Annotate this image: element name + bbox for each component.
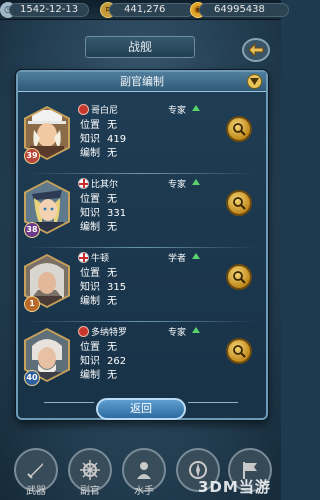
stat-value: 无 bbox=[107, 296, 117, 307]
officer-name: 比其尔 bbox=[91, 180, 119, 190]
stat-row: 位置无 bbox=[80, 338, 117, 353]
ornament-left bbox=[44, 402, 94, 412]
level-badge: 39 bbox=[24, 148, 40, 164]
magnifier-icon bbox=[233, 345, 246, 358]
magnifier-icon bbox=[233, 271, 246, 284]
magnifier-icon bbox=[233, 197, 246, 210]
officer-role: 专家 bbox=[168, 180, 187, 190]
officer-role: 专家 bbox=[168, 106, 187, 116]
role-up-arrow-icon bbox=[192, 327, 200, 333]
stat-row: 位置无 bbox=[80, 264, 117, 279]
tab-label-sailors: 水手 bbox=[134, 486, 154, 497]
nation-flag-icon bbox=[78, 326, 89, 337]
stat-label: 知识 bbox=[80, 282, 100, 293]
stat-row: 位置无 bbox=[80, 190, 117, 205]
officer-name: 哥白尼 bbox=[91, 106, 119, 116]
stat-label: 位置 bbox=[80, 120, 100, 131]
tab-label-weapons: 武器 bbox=[26, 486, 46, 497]
divider bbox=[27, 321, 257, 322]
dialog-title: 副官编制 bbox=[120, 75, 164, 88]
officer-name: 牛顿 bbox=[91, 254, 110, 264]
view-officer-button[interactable] bbox=[226, 338, 252, 364]
stat-label: 编制 bbox=[80, 148, 100, 159]
stat-label: 编制 bbox=[80, 370, 100, 381]
officer-assignment-dialog: 副官编制 39 哥白尼 专家 位置 无 知识 419 编制 无 38 比其尔 专… bbox=[16, 70, 268, 420]
role-up-arrow-icon bbox=[192, 253, 200, 259]
stat-label: 编制 bbox=[80, 222, 100, 233]
sailor-icon bbox=[137, 462, 151, 479]
sword-icon bbox=[27, 463, 43, 479]
stat-label: 位置 bbox=[80, 342, 100, 353]
level-badge: 1 bbox=[24, 296, 40, 312]
stat-row: 知识 315 bbox=[80, 278, 126, 293]
return-button[interactable]: 返回 bbox=[96, 398, 186, 420]
officer-card[interactable]: 39 哥白尼 专家 位置无 知识 419 编制无 bbox=[22, 102, 262, 170]
stat-value: 无 bbox=[107, 370, 117, 381]
back-arrow-icon bbox=[248, 43, 264, 57]
officer-card[interactable]: 38 比其尔 专家 位置无 知识 331 编制无 bbox=[22, 173, 262, 244]
view-officer-button[interactable] bbox=[226, 116, 252, 142]
date-display: ◷ 1542-12-13 bbox=[0, 2, 89, 18]
officer-name: 多纳特罗 bbox=[91, 328, 128, 338]
nation-flag-icon bbox=[78, 104, 89, 115]
stat-row: 知识 419 bbox=[80, 130, 126, 145]
stat-label: 位置 bbox=[80, 268, 100, 279]
tab-label-officers: 副官 bbox=[80, 486, 100, 497]
stat-row: 位置无 bbox=[80, 116, 117, 131]
stat-label: 位置 bbox=[80, 194, 100, 205]
collapse-button[interactable] bbox=[247, 74, 262, 89]
stat-row: 知识 331 bbox=[80, 204, 126, 219]
date-value: 1542-12-13 bbox=[9, 3, 89, 17]
stat-value: 无 bbox=[107, 148, 117, 159]
view-officer-button[interactable] bbox=[226, 264, 252, 290]
view-officer-button[interactable] bbox=[226, 190, 252, 216]
divider bbox=[27, 247, 257, 248]
england-flag-icon bbox=[78, 178, 89, 189]
gold-display[interactable]: ◉ 64995438 bbox=[190, 2, 289, 18]
role-up-arrow-icon bbox=[192, 179, 200, 185]
stat-label: 知识 bbox=[80, 356, 100, 367]
ducats-display[interactable]: ¤ 441,276 bbox=[100, 2, 194, 18]
stat-label: 知识 bbox=[80, 134, 100, 145]
stat-row: 知识 262 bbox=[80, 352, 126, 367]
england-flag-icon bbox=[78, 252, 89, 263]
divider bbox=[27, 173, 257, 174]
triangle-down-icon bbox=[250, 78, 259, 85]
ducats-value: 441,276 bbox=[109, 3, 194, 17]
stat-row: 编制无 bbox=[80, 292, 117, 307]
officer-card[interactable]: 40 多纳特罗 专家 位置无 知识 262 编制无 bbox=[22, 321, 262, 392]
role-up-arrow-icon bbox=[192, 105, 200, 111]
level-badge: 40 bbox=[24, 370, 40, 386]
ornament-right bbox=[188, 402, 238, 412]
stat-label: 编制 bbox=[80, 296, 100, 307]
officer-role: 专家 bbox=[168, 328, 187, 338]
gold-value: 64995438 bbox=[199, 3, 289, 17]
stat-row: 编制无 bbox=[80, 218, 117, 233]
stat-label: 知识 bbox=[80, 208, 100, 219]
stat-row: 编制无 bbox=[80, 366, 117, 381]
stat-row: 编制无 bbox=[80, 144, 117, 159]
magnifier-icon bbox=[233, 123, 246, 136]
dialog-header: 副官编制 bbox=[18, 72, 266, 92]
level-badge: 38 bbox=[24, 222, 40, 238]
stat-value: 无 bbox=[107, 222, 117, 233]
back-button[interactable] bbox=[242, 38, 270, 62]
officer-card[interactable]: 1 牛顿 学者 位置无 知识 315 编制无 bbox=[22, 247, 262, 318]
page-title: 战舰 bbox=[85, 36, 195, 58]
status-bar: ◷ 1542-12-13 ¤ 441,276 ◉ 64995438 bbox=[0, 0, 289, 20]
officer-role: 学者 bbox=[168, 254, 187, 264]
site-watermark: 3DM当游网 bbox=[198, 478, 271, 500]
helm-wheel-icon bbox=[80, 460, 100, 480]
